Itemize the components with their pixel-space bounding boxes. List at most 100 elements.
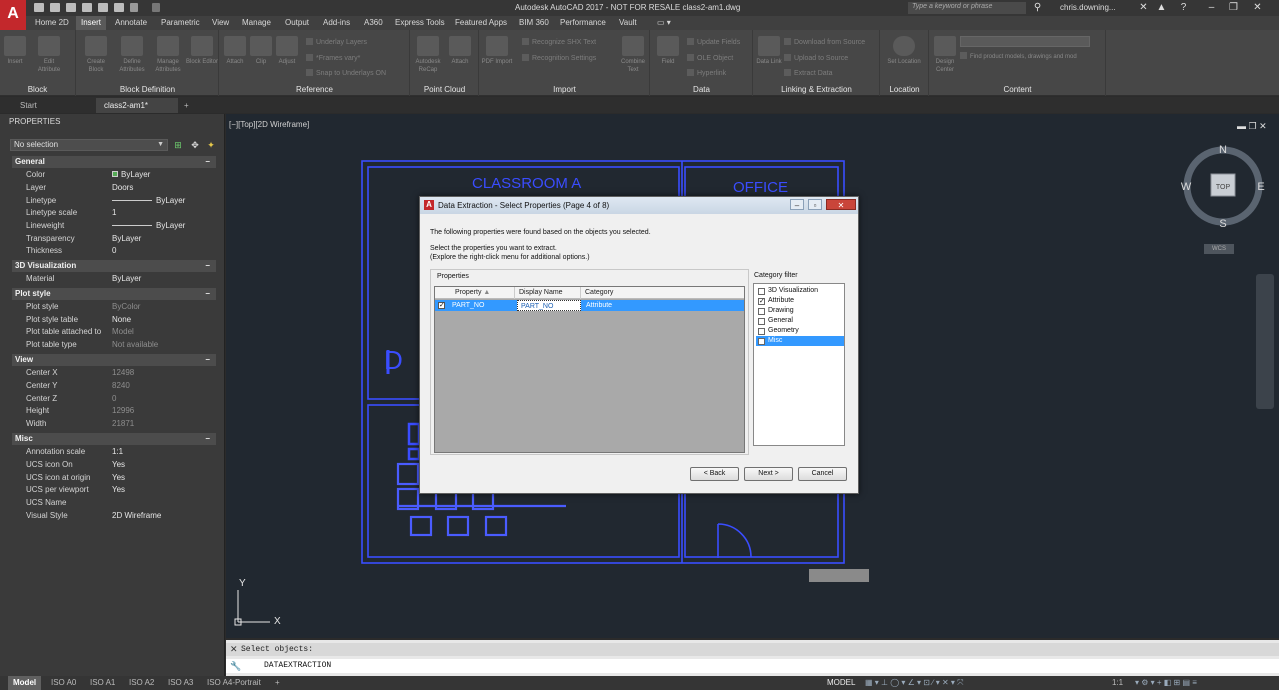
tab-featured-apps[interactable]: Featured Apps — [450, 16, 512, 30]
section-3d-visualization[interactable]: 3D Visualization – — [12, 260, 216, 272]
selection-dropdown[interactable]: No selection ▼ — [10, 139, 168, 151]
layout-tab-iso-a2[interactable]: ISO A2 — [124, 676, 159, 690]
restore-icon[interactable]: ❐ — [1228, 2, 1239, 13]
category-attribute[interactable]: ✓ Attribute — [756, 296, 844, 306]
section-view[interactable]: View – — [12, 354, 216, 366]
prop-linetype-scale[interactable]: Linetype scale 1 — [12, 207, 216, 220]
prop-material[interactable]: Material ByLayer — [12, 273, 216, 286]
prop-layer[interactable]: Layer Doors — [12, 182, 216, 195]
prop-color[interactable]: Color ByLayer — [12, 169, 216, 182]
category-filter-list[interactable]: 3D Visualization ✓ Attribute Drawing Gene… — [753, 283, 845, 446]
field-icon[interactable] — [657, 36, 679, 56]
command-input[interactable]: DATAEXTRACTION — [226, 659, 1279, 673]
table-row[interactable]: ✓ PART_NO PART_NO Attribute — [435, 300, 744, 311]
add-layout-plus-icon[interactable]: + — [270, 676, 285, 690]
section-general[interactable]: General – — [12, 156, 216, 168]
dialog-minimize-icon[interactable]: – — [790, 199, 804, 210]
prop-visual-style[interactable]: Visual Style 2D Wireframe — [12, 510, 216, 523]
create-block-icon[interactable] — [85, 36, 107, 56]
binoculars-icon[interactable]: ⚲ — [1032, 2, 1043, 13]
back-button[interactable]: < Back — [690, 467, 739, 481]
update-fields-button[interactable]: Update Fields — [687, 38, 740, 46]
data-link-icon[interactable] — [758, 36, 780, 56]
prop-plot-table-type[interactable]: Plot table type Not available — [12, 339, 216, 352]
row-checkbox[interactable]: ✓ — [438, 302, 445, 309]
layout-tab-iso-a1[interactable]: ISO A1 — [85, 676, 120, 690]
layout-tab-model[interactable]: Model — [8, 676, 42, 690]
column-header-display-name[interactable]: Display Name — [515, 287, 581, 299]
viewcube[interactable]: TOP N S E W — [1181, 144, 1265, 230]
quick-select-icon[interactable]: ✦ — [206, 140, 216, 150]
block-editor-icon[interactable] — [191, 36, 213, 56]
tab-insert[interactable]: Insert — [76, 16, 107, 30]
tab-vault[interactable]: Vault — [614, 16, 642, 30]
prop-transparency[interactable]: Transparency ByLayer — [12, 233, 216, 246]
exchange-icon[interactable]: ✕ — [1138, 2, 1149, 13]
search-input[interactable]: Type a keyword or phrase — [908, 2, 1026, 14]
frames-vary-dropdown[interactable]: *Frames vary* — [306, 54, 360, 62]
manage-attributes-icon[interactable] — [157, 36, 179, 56]
file-tab-class2[interactable]: class2-am1* — [96, 98, 178, 113]
save-as-icon[interactable] — [82, 3, 92, 12]
prop-width[interactable]: Width 21871 — [12, 418, 216, 431]
close-icon[interactable]: ✕ — [1252, 2, 1263, 13]
tab-add-ins[interactable]: Add-ins — [318, 16, 355, 30]
hyperlink-button[interactable]: Hyperlink — [687, 69, 726, 77]
annotation-scale[interactable]: 1:1 — [1107, 676, 1128, 690]
section-plot-style[interactable]: Plot style – — [12, 288, 216, 300]
prop-center-x[interactable]: Center X 12498 — [12, 367, 216, 380]
column-header-category[interactable]: Category — [581, 287, 744, 299]
panel-title-block-definition[interactable]: Block Definition — [77, 85, 218, 94]
tab-home-2d[interactable]: Home 2D — [30, 16, 74, 30]
section-misc[interactable]: Misc – — [12, 433, 216, 445]
tab-parametric[interactable]: Parametric — [156, 16, 205, 30]
tab-manage[interactable]: Manage — [237, 16, 276, 30]
dialog-title-bar[interactable]: A Data Extraction - Select Properties (P… — [420, 197, 858, 214]
prop-plot-table-attached[interactable]: Plot table attached to Model — [12, 326, 216, 339]
category-drawing[interactable]: Drawing — [756, 306, 844, 316]
prop-ucs-icon-on[interactable]: UCS icon On Yes — [12, 459, 216, 472]
minimize-icon[interactable]: – — [1206, 2, 1217, 13]
recognition-settings-button[interactable]: Recognition Settings — [522, 54, 596, 62]
a360-icon[interactable]: ▲ — [1156, 2, 1167, 13]
combine-text-icon[interactable] — [622, 36, 644, 56]
tab-a360[interactable]: A360 — [359, 16, 388, 30]
tab-performance[interactable]: Performance — [555, 16, 611, 30]
insert-block-icon[interactable] — [4, 36, 26, 56]
content-search-input[interactable] — [960, 36, 1090, 47]
file-tab-start[interactable]: Start — [12, 98, 94, 113]
ribbon-options-icon[interactable]: ▭ ▾ — [652, 16, 676, 30]
prop-ucs-name[interactable]: UCS Name — [12, 497, 216, 510]
adjust-icon[interactable] — [276, 36, 298, 56]
undo-icon[interactable] — [130, 3, 138, 12]
toggle-pickadd-icon[interactable]: ⊞ — [173, 140, 183, 150]
category-3d-visualization[interactable]: 3D Visualization — [756, 286, 844, 296]
select-objects-icon[interactable]: ✥ — [190, 140, 200, 150]
panel-title-block[interactable]: Block — [0, 85, 75, 94]
model-space-toggle[interactable]: MODEL — [822, 676, 860, 690]
prop-annotation-scale[interactable]: Annotation scale 1:1 — [12, 446, 216, 459]
help-icon[interactable]: ? — [1178, 2, 1189, 13]
ole-object-button[interactable]: OLE Object — [687, 54, 733, 62]
cancel-button[interactable]: Cancel — [798, 467, 847, 481]
properties-list[interactable]: Property ▲ Display Name Category ✓ PART_… — [434, 286, 745, 453]
new-tab-plus-icon[interactable]: + — [181, 98, 195, 113]
extract-data-button[interactable]: Extract Data — [784, 69, 833, 77]
layout-tab-iso-a4-portrait[interactable]: ISO A4-Portrait — [202, 676, 266, 690]
layout-tab-iso-a0[interactable]: ISO A0 — [46, 676, 81, 690]
plot-icon[interactable] — [98, 3, 108, 12]
panel-title-reference[interactable]: Reference — [220, 85, 409, 94]
prop-ucs-icon-origin[interactable]: UCS icon at origin Yes — [12, 472, 216, 485]
redo-icon[interactable] — [152, 3, 160, 12]
tab-express-tools[interactable]: Express Tools — [390, 16, 450, 30]
prop-height[interactable]: Height 12996 — [12, 405, 216, 418]
recognize-shx-text-button[interactable]: Recognize SHX Text — [522, 38, 596, 46]
prop-lineweight[interactable]: Lineweight ByLayer — [12, 220, 216, 233]
display-name-edit-field[interactable]: PART_NO — [517, 300, 581, 311]
tab-output[interactable]: Output — [280, 16, 314, 30]
column-header-property[interactable]: Property ▲ — [435, 287, 515, 299]
category-geometry[interactable]: Geometry — [756, 326, 844, 336]
dialog-close-icon[interactable]: ✕ — [826, 199, 856, 210]
tab-annotate[interactable]: Annotate — [110, 16, 152, 30]
clip-icon[interactable] — [250, 36, 272, 56]
